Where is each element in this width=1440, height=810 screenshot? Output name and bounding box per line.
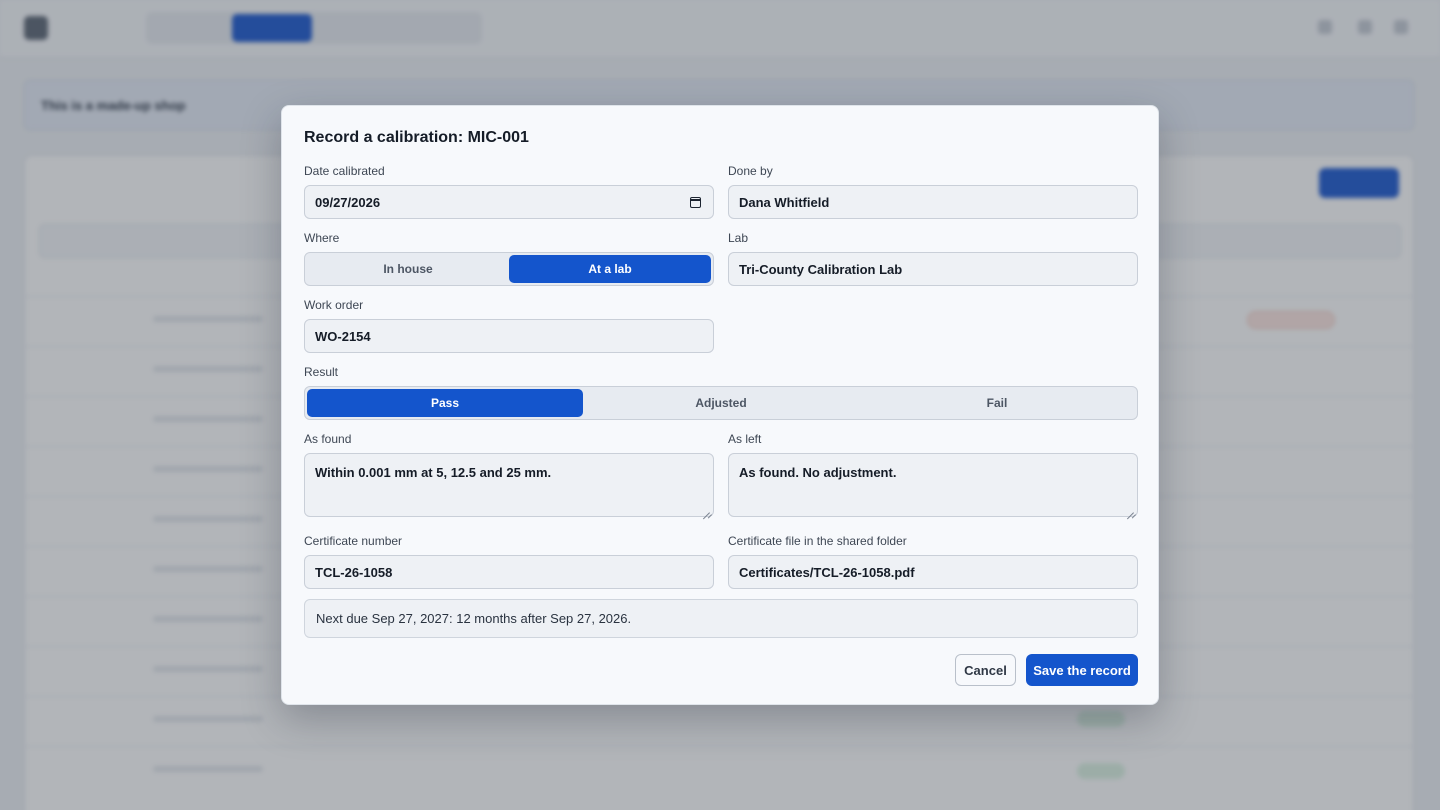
as-left-value: As found. No adjustment. [739,465,897,480]
as-left-textarea[interactable]: As found. No adjustment. [728,453,1138,517]
cancel-button[interactable]: Cancel [955,654,1016,686]
result-option-fail[interactable]: Fail [859,389,1135,417]
date-calibrated-label: Date calibrated [304,164,385,178]
certificate-file-value: Certificates/TCL-26-1058.pdf [739,564,915,580]
work-order-label: Work order [304,298,364,312]
where-option-in-house[interactable]: In house [307,255,509,283]
as-left-label: As left [728,432,762,446]
resize-handle-icon[interactable] [703,506,710,513]
record-calibration-dialog: Record a calibration: MIC-001 Date calib… [281,105,1159,705]
work-order-value: WO-2154 [315,328,371,344]
dialog-title: Record a calibration: MIC-001 [304,129,529,146]
result-label: Result [304,365,339,379]
as-found-textarea[interactable]: Within 0.001 mm at 5, 12.5 and 25 mm. [304,453,714,517]
result-option-pass[interactable]: Pass [307,389,583,417]
result-option-adjusted[interactable]: Adjusted [583,389,859,417]
result-toggle: Pass Adjusted Fail [304,386,1138,420]
next-due-note: Next due Sep 27, 2027: 12 months after S… [304,599,1138,638]
lab-label: Lab [728,231,749,245]
certificate-number-input[interactable]: TCL-26-1058 [304,555,714,589]
where-label: Where [304,231,340,245]
work-order-input[interactable]: WO-2154 [304,319,714,353]
certificate-file-input[interactable]: Certificates/TCL-26-1058.pdf [728,555,1138,589]
certificate-file-label: Certificate file in the shared folder [728,534,907,548]
lab-value: Tri-County Calibration Lab [739,261,903,277]
save-record-button[interactable]: Save the record [1026,654,1138,686]
certificate-number-value: TCL-26-1058 [315,564,393,580]
where-option-at-a-lab[interactable]: At a lab [509,255,711,283]
next-due-text: Next due Sep 27, 2027: 12 months after S… [316,611,632,626]
as-found-value: Within 0.001 mm at 5, 12.5 and 25 mm. [315,465,552,480]
done-by-value: Dana Whitfield [739,194,830,210]
lab-input[interactable]: Tri-County Calibration Lab [728,252,1138,286]
certificate-number-label: Certificate number [304,534,403,548]
as-found-label: As found [304,432,352,446]
resize-handle-icon[interactable] [1127,506,1134,513]
where-toggle: In house At a lab [304,252,714,286]
done-by-input[interactable]: Dana Whitfield [728,185,1138,219]
date-calibrated-value: 09/27/2026 [315,194,381,210]
date-calibrated-input[interactable]: 09/27/2026 [304,185,714,219]
calendar-icon[interactable] [690,197,701,208]
done-by-label: Done by [728,164,773,178]
